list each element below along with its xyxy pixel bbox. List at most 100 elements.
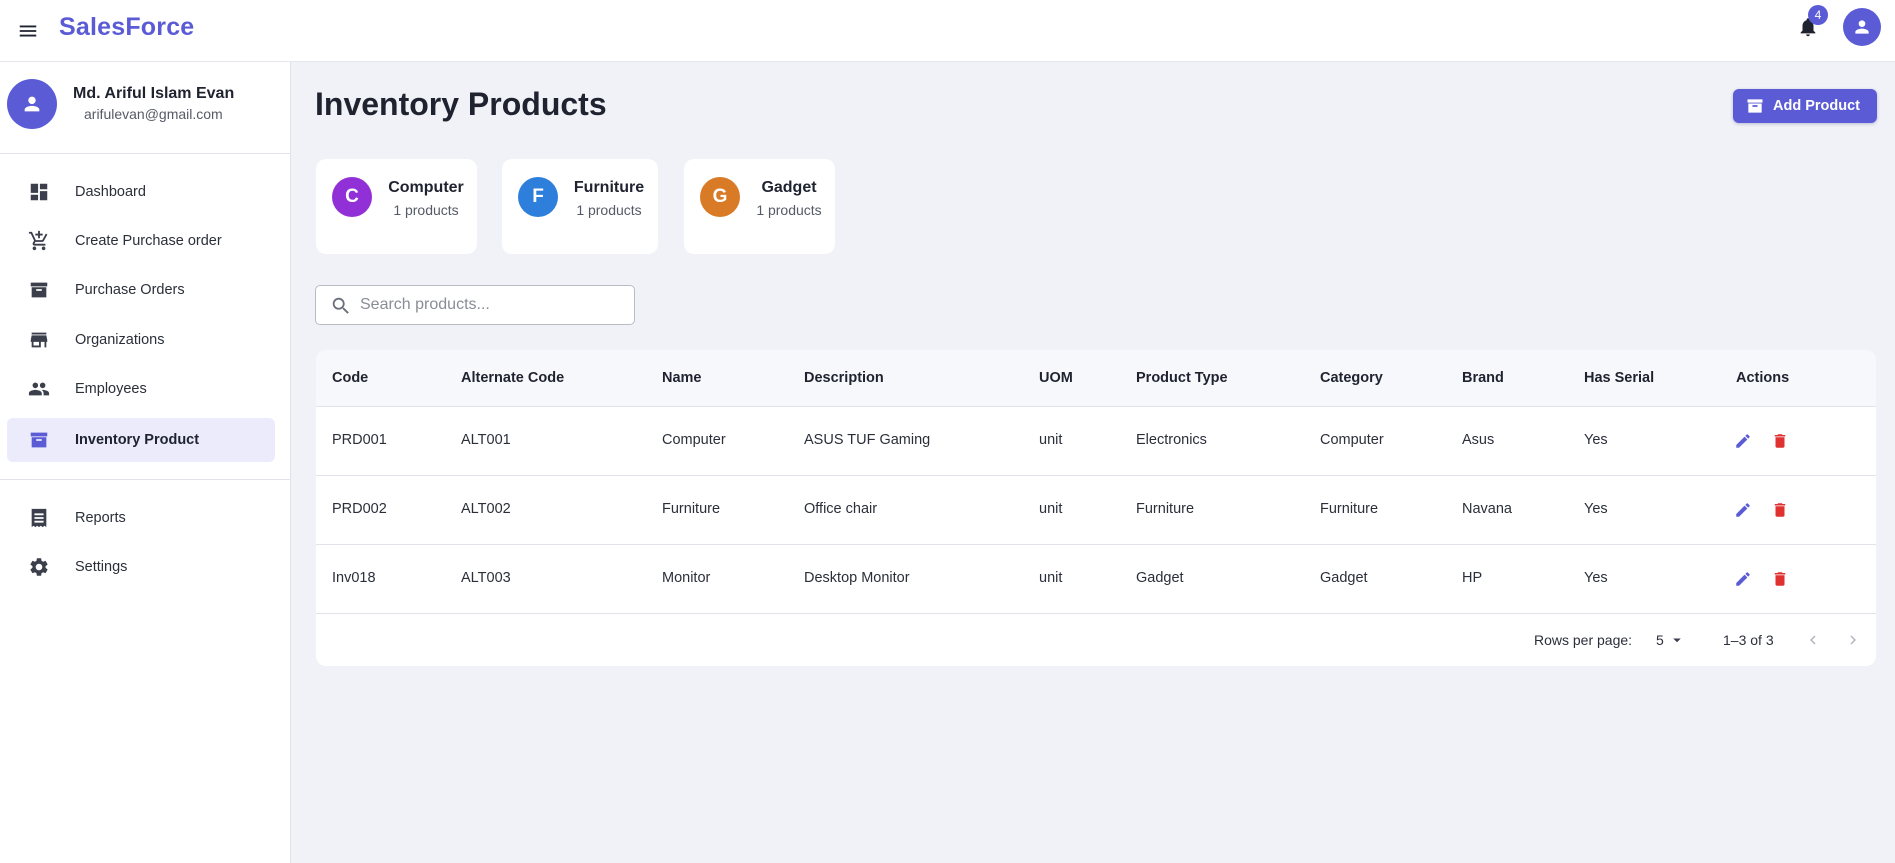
column-header-has-serial[interactable]: Has Serial xyxy=(1584,370,1654,386)
column-header-name[interactable]: Name xyxy=(662,370,702,386)
receipt-icon xyxy=(27,506,51,530)
cell-name: Monitor xyxy=(662,570,711,586)
table-row[interactable]: PRD001 ALT001 Computer ASUS TUF Gaming u… xyxy=(316,407,1876,476)
category-avatar: G xyxy=(700,177,740,217)
cell-product-type: Electronics xyxy=(1136,432,1207,448)
category-count: 1 products xyxy=(576,202,642,218)
cell-uom: unit xyxy=(1039,501,1063,517)
cell-description: Desktop Monitor xyxy=(804,570,910,586)
rows-per-page-select[interactable]: 5 xyxy=(1656,627,1692,653)
delete-button[interactable] xyxy=(1768,429,1792,453)
edit-button[interactable] xyxy=(1731,567,1755,591)
category-card-computer[interactable]: C Computer 1 products xyxy=(316,159,477,254)
person-icon xyxy=(1855,20,1869,34)
add-product-label: Add Product xyxy=(1773,98,1860,114)
sidebar-item-label: Settings xyxy=(75,559,128,575)
category-avatar: F xyxy=(518,177,558,217)
cell-brand: HP xyxy=(1462,570,1483,586)
chevron-down-icon xyxy=(1673,638,1681,643)
edit-button[interactable] xyxy=(1731,498,1755,522)
sidebar-item-label: Organizations xyxy=(75,332,165,348)
cell-has-serial: Yes xyxy=(1584,501,1608,517)
category-count: 1 products xyxy=(393,202,459,218)
column-header-product-type[interactable]: Product Type xyxy=(1136,370,1228,386)
sidebar-item-inventory-product[interactable]: Inventory Product xyxy=(7,418,275,462)
user-email: arifulevan@gmail.com xyxy=(84,106,223,122)
trash-icon xyxy=(1774,572,1786,586)
table-header: Code Alternate Code Name Description UOM… xyxy=(316,350,1876,407)
column-header-uom[interactable]: UOM xyxy=(1039,370,1073,386)
sidebar-item-label: Reports xyxy=(75,510,126,526)
category-name: Computer xyxy=(388,179,464,196)
sidebar-item-reports[interactable]: Reports xyxy=(7,496,275,540)
sidebar-item-settings[interactable]: Settings xyxy=(7,545,275,589)
cell-uom: unit xyxy=(1039,570,1063,586)
cell-uom: unit xyxy=(1039,432,1063,448)
sidebar-item-label: Purchase Orders xyxy=(75,282,185,298)
menu-button[interactable] xyxy=(10,13,46,49)
sidebar: Md. Ariful Islam Evan arifulevan@gmail.c… xyxy=(0,62,291,863)
products-table: Code Alternate Code Name Description UOM… xyxy=(316,350,1876,666)
column-header-code[interactable]: Code xyxy=(332,370,368,386)
cell-category: Gadget xyxy=(1320,570,1368,586)
trash-icon xyxy=(1774,503,1786,517)
column-header-description[interactable]: Description xyxy=(804,370,884,386)
cell-category: Computer xyxy=(1320,432,1384,448)
cell-name: Furniture xyxy=(662,501,721,517)
pagination-range: 1–3 of 3 xyxy=(1723,632,1774,648)
brand-logo[interactable]: SalesForce xyxy=(59,13,194,42)
delete-button[interactable] xyxy=(1768,567,1792,591)
cell-alternate-code: ALT002 xyxy=(461,501,511,517)
archive-icon xyxy=(27,278,51,302)
next-page-button[interactable] xyxy=(1839,626,1867,654)
sidebar-item-employees[interactable]: Employees xyxy=(7,367,275,411)
table-row[interactable]: Inv018 ALT003 Monitor Desktop Monitor un… xyxy=(316,545,1876,614)
pencil-icon xyxy=(1736,434,1750,448)
add-product-button[interactable]: Add Product xyxy=(1733,89,1877,123)
table-row[interactable]: PRD002 ALT002 Furniture Office chair uni… xyxy=(316,476,1876,545)
account-avatar-button[interactable] xyxy=(1843,8,1881,46)
category-name: Gadget xyxy=(761,179,817,196)
user-profile-card: Md. Ariful Islam Evan arifulevan@gmail.c… xyxy=(0,62,290,154)
cell-category: Furniture xyxy=(1320,501,1379,517)
category-card-furniture[interactable]: F Furniture 1 products xyxy=(502,159,658,254)
user-name: Md. Ariful Islam Evan xyxy=(73,85,235,102)
sidebar-item-label: Create Purchase order xyxy=(75,233,222,249)
cell-brand: Navana xyxy=(1462,501,1512,517)
sidebar-item-purchase-orders[interactable]: Purchase Orders xyxy=(7,268,275,312)
column-header-actions: Actions xyxy=(1736,370,1790,386)
search-icon xyxy=(332,297,349,314)
sidebar-item-dashboard[interactable]: Dashboard xyxy=(7,170,275,214)
cell-code: Inv018 xyxy=(332,570,376,586)
table-pagination: Rows per page: 5 1–3 of 3 xyxy=(316,614,1876,666)
delete-button[interactable] xyxy=(1768,498,1792,522)
search-input[interactable] xyxy=(360,287,630,323)
rows-per-page-value: 5 xyxy=(1656,632,1664,648)
category-avatar: C xyxy=(332,177,372,217)
sidebar-item-label: Dashboard xyxy=(75,184,146,200)
hamburger-menu-icon xyxy=(19,25,37,37)
column-header-category[interactable]: Category xyxy=(1320,370,1383,386)
chevron-right-icon xyxy=(1850,635,1856,645)
search-field[interactable] xyxy=(315,285,635,325)
user-avatar xyxy=(7,79,57,129)
pencil-icon xyxy=(1736,572,1750,586)
gear-icon xyxy=(27,555,51,579)
column-header-alternate-code[interactable]: Alternate Code xyxy=(461,370,564,386)
trash-icon xyxy=(1774,434,1786,448)
add-cart-icon xyxy=(27,229,51,253)
top-app-bar: SalesForce 4 xyxy=(0,0,1895,62)
cell-has-serial: Yes xyxy=(1584,570,1608,586)
previous-page-button[interactable] xyxy=(1799,626,1827,654)
chevron-left-icon xyxy=(1810,635,1816,645)
sidebar-item-organizations[interactable]: Organizations xyxy=(7,318,275,362)
edit-button[interactable] xyxy=(1731,429,1755,453)
category-card-gadget[interactable]: G Gadget 1 products xyxy=(684,159,835,254)
inventory-icon xyxy=(27,428,51,452)
cell-description: ASUS TUF Gaming xyxy=(804,432,931,448)
cell-product-type: Gadget xyxy=(1136,570,1184,586)
sidebar-item-create-purchase-order[interactable]: Create Purchase order xyxy=(7,219,275,263)
column-header-brand[interactable]: Brand xyxy=(1462,370,1504,386)
page-title: Inventory Products xyxy=(315,86,607,122)
notification-badge: 4 xyxy=(1808,5,1828,25)
